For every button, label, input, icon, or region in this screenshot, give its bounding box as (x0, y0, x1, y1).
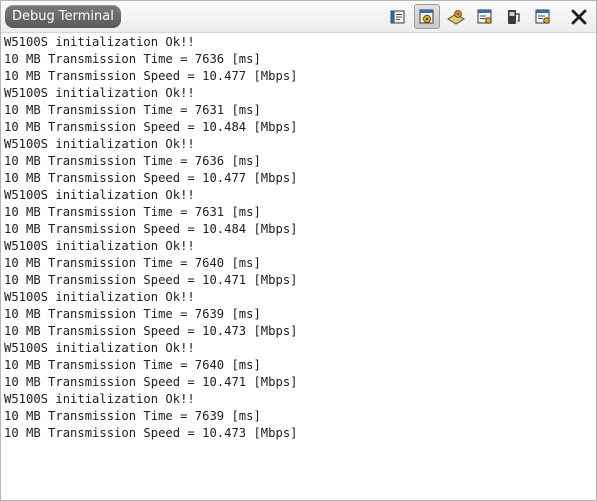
keyboard-settings-icon (447, 8, 465, 26)
terminal-line: W5100S initialization Ok!! (4, 188, 195, 202)
terminal-line: W5100S initialization Ok!! (4, 35, 195, 49)
terminal-line: 10 MB Transmission Speed = 10.477 [Mbps] (4, 171, 298, 185)
terminal-output[interactable]: W5100S initialization Ok!! 10 MB Transmis… (1, 33, 596, 442)
terminal-line: 10 MB Transmission Time = 7639 [ms] (4, 409, 261, 423)
window-settings-icon (476, 8, 494, 26)
title-bar: Debug Terminal (1, 1, 596, 33)
terminal-line: 10 MB Transmission Time = 7636 [ms] (4, 154, 261, 168)
terminal-line: W5100S initialization Ok!! (4, 392, 195, 406)
terminal-line: 10 MB Transmission Speed = 10.477 [Mbps] (4, 69, 298, 83)
close-icon (570, 8, 588, 26)
debug-terminal-window: Debug Terminal W5100S initialization Ok!… (0, 0, 597, 501)
terminal-line: 10 MB Transmission Time = 7631 [ms] (4, 103, 261, 117)
terminal-line: W5100S initialization Ok!! (4, 290, 195, 304)
window-title: Debug Terminal (5, 5, 121, 28)
terminal-line: 10 MB Transmission Time = 7640 [ms] (4, 358, 261, 372)
keyboard-settings-button[interactable] (443, 4, 469, 29)
list-settings-button[interactable] (530, 4, 556, 29)
list-settings-icon (534, 8, 552, 26)
terminal-line: 10 MB Transmission Time = 7639 [ms] (4, 307, 261, 321)
terminal-line: 10 MB Transmission Speed = 10.471 [Mbps] (4, 375, 298, 389)
toolbar (382, 4, 592, 29)
terminal-line: W5100S initialization Ok!! (4, 86, 195, 100)
settings-gear-icon (418, 8, 436, 26)
terminal-line: W5100S initialization Ok!! (4, 239, 195, 253)
terminal-line: 10 MB Transmission Time = 7631 [ms] (4, 205, 261, 219)
close-button[interactable] (566, 4, 592, 29)
power-icon (505, 8, 523, 26)
terminal-line: 10 MB Transmission Speed = 10.473 [Mbps] (4, 426, 298, 440)
terminal-line: W5100S initialization Ok!! (4, 341, 195, 355)
window-settings-button[interactable] (472, 4, 498, 29)
book-button[interactable] (385, 4, 411, 29)
terminal-line: 10 MB Transmission Speed = 10.484 [Mbps] (4, 120, 298, 134)
book-icon (389, 8, 407, 26)
settings-button[interactable] (414, 4, 440, 29)
terminal-line: 10 MB Transmission Speed = 10.471 [Mbps] (4, 273, 298, 287)
terminal-line: 10 MB Transmission Speed = 10.473 [Mbps] (4, 324, 298, 338)
terminal-line: 10 MB Transmission Time = 7636 [ms] (4, 52, 261, 66)
terminal-line: 10 MB Transmission Speed = 10.484 [Mbps] (4, 222, 298, 236)
power-button[interactable] (501, 4, 527, 29)
terminal-line: W5100S initialization Ok!! (4, 137, 195, 151)
terminal-line: 10 MB Transmission Time = 7640 [ms] (4, 256, 261, 270)
